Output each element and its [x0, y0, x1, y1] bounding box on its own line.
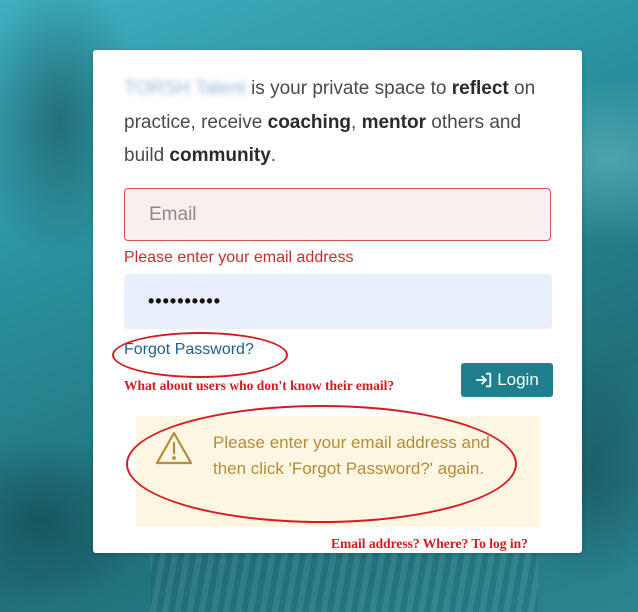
password-field[interactable] — [124, 274, 552, 329]
annotation-note-login: Email address? Where? To log in? — [331, 536, 528, 551]
annotation-circle-alert — [126, 405, 517, 523]
login-label: Login — [497, 370, 539, 389]
login-card: TORSH Talent is your private space to re… — [93, 50, 582, 553]
sign-in-icon — [476, 372, 492, 388]
annotation-circle-forgot — [112, 332, 288, 378]
annotation-note-email: What about users who don't know their em… — [124, 378, 395, 393]
brand-name: TORSH Talent — [124, 78, 246, 99]
intro-text: TORSH Talent is your private space to re… — [124, 78, 536, 166]
email-field[interactable] — [124, 188, 551, 241]
login-button[interactable]: Login — [461, 363, 553, 397]
email-error-message: Please enter your email address — [124, 249, 354, 266]
